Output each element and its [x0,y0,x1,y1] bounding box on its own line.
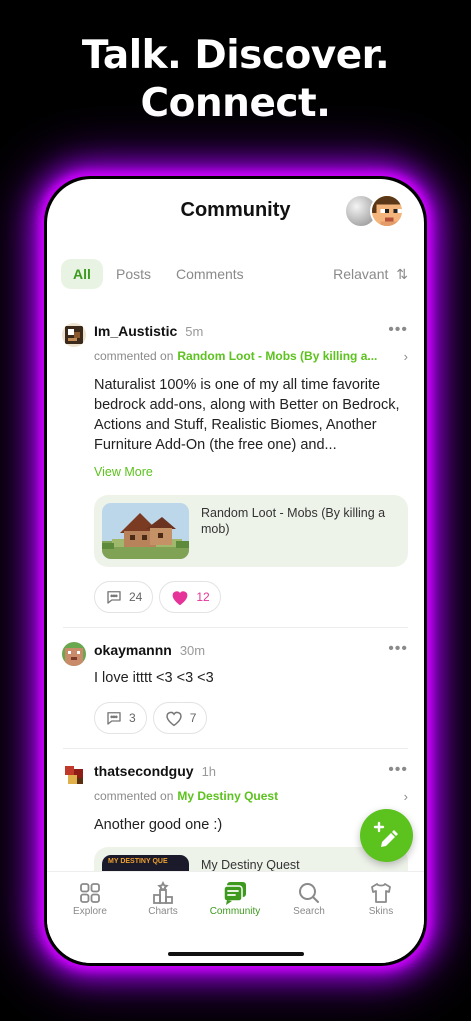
post-header: Im_Austistic 5m [94,309,408,345]
tabbar-search[interactable]: Search [273,880,345,917]
chevron-right-icon: › [403,348,408,364]
tab-all[interactable]: All [61,259,103,289]
tabbar-community[interactable]: Community [199,880,271,917]
linked-content-card[interactable]: Random Loot - Mobs (By killing a mob) [94,495,408,567]
content-thumbnail [102,503,189,559]
post-actions: 3 7 [94,702,408,734]
grid-icon [80,883,100,903]
thumbnail-text: MY DESTINY QUE [108,858,168,865]
hero-line-2: Connect. [140,81,331,126]
more-options-icon[interactable]: ••• [388,321,408,339]
commented-target-link[interactable]: My Destiny Quest [177,789,278,803]
user-avatar[interactable] [62,642,86,666]
username[interactable]: thatsecondguy [94,763,194,779]
comment-count: 24 [129,590,143,604]
view-more-link[interactable]: View More [94,465,408,483]
filter-tabs: All Posts Comments Relavant ⇅ [61,259,408,291]
comment-button[interactable]: 24 [94,581,154,613]
like-count: 12 [196,590,210,604]
sort-arrows-icon: ⇅ [396,266,408,282]
commented-on-label: commented on [94,349,174,363]
username[interactable]: okaymannn [94,642,172,658]
sort-label: Relavant [333,266,389,282]
post-header: thatsecondguy 1h [94,749,408,785]
commented-on-label: commented on [94,789,174,803]
like-button[interactable]: 7 [152,702,208,734]
timestamp: 30m [179,643,206,658]
username[interactable]: Im_Austistic [94,323,177,339]
comment-bubble-icon [107,712,121,725]
phone-screen: Community All Posts Comments Relavant ⇅ [47,179,424,963]
post-actions: 24 12 [94,581,408,613]
user-avatar[interactable] [62,323,86,347]
chevron-right-icon: › [403,788,408,804]
tabbar-community-label: Community [209,906,261,917]
heart-outline-icon [165,711,182,727]
home-indicator[interactable] [168,952,304,956]
timestamp: 1h [201,764,217,779]
search-icon [299,883,319,903]
tabbar-explore-label: Explore [73,906,107,917]
tab-posts[interactable]: Posts [116,259,151,289]
chat-bubbles-icon [223,882,246,905]
more-options-icon[interactable]: ••• [388,761,408,779]
timestamp: 5m [185,324,204,339]
comment-bubble-icon [107,591,121,604]
commented-target-link[interactable]: Random Loot - Mobs (By killing a... [177,349,377,363]
tabbar-skins[interactable]: Skins [345,880,417,917]
post-text: I love itttt <3 <3 <3 [94,670,214,686]
tabbar-charts-label: Charts [148,906,178,917]
post-text: Naturalist 100% is one of my all time fa… [94,377,400,453]
comment-button[interactable]: 3 [94,702,147,734]
comment-count: 3 [129,711,136,725]
tabbar-explore[interactable]: Explore [54,880,126,917]
like-button[interactable]: 12 [159,581,221,613]
podium-icon [153,881,173,904]
tabbar-skins-label: Skins [368,906,394,917]
tabbar-charts[interactable]: Charts [127,880,199,917]
content-title: Random Loot - Mobs (By killing a mob) [201,506,386,536]
hero-heading: Talk. Discover. Connect. [0,32,471,128]
feed-item[interactable]: Im_Austistic 5m ••• commented on Random … [47,309,424,628]
commented-on-row[interactable]: commented on Random Loot - Mobs (By kill… [94,345,408,367]
new-post-button[interactable] [360,809,413,862]
post-header: okaymannn 30m [94,628,408,664]
commented-on-row[interactable]: commented on My Destiny Quest › [94,785,408,807]
more-options-icon[interactable]: ••• [388,640,408,658]
feed-item[interactable]: okaymannn 30m ••• I love itttt <3 <3 <3 … [47,628,424,749]
shirt-icon [371,883,391,903]
sort-dropdown[interactable]: Relavant ⇅ [333,259,408,289]
user-avatar[interactable] [62,763,86,787]
bottom-tab-bar: Explore Charts Community Search Skins [47,871,424,963]
avatar [370,194,404,228]
like-count: 7 [189,711,197,725]
feed-list[interactable]: Im_Austistic 5m ••• commented on Random … [47,309,424,874]
tabbar-search-label: Search [293,906,325,917]
heart-filled-icon [172,591,188,606]
tab-comments[interactable]: Comments [176,259,244,289]
compose-pencil-icon [373,821,398,847]
profile-avatars[interactable] [344,193,408,229]
hero-line-1: Talk. Discover. [81,33,390,78]
